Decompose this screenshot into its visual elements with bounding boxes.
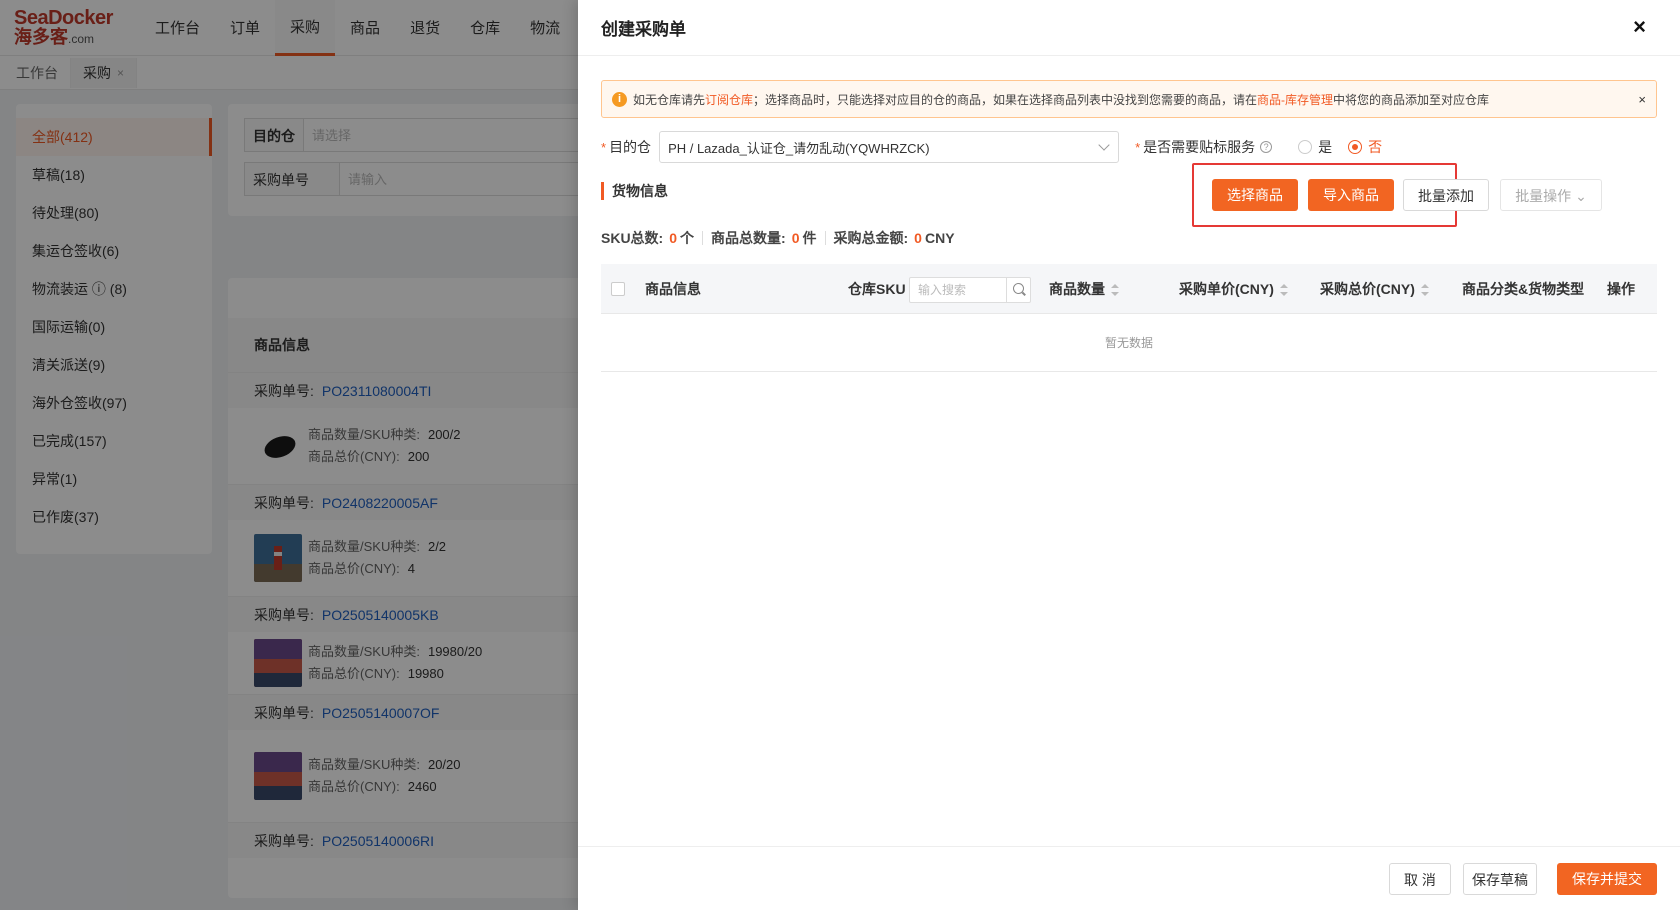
- batch-ops-label: 批量操作: [1515, 188, 1572, 204]
- required-mark: *: [601, 139, 607, 155]
- save-draft-button[interactable]: 保存草稿: [1463, 863, 1537, 895]
- sort-icon[interactable]: [1420, 284, 1429, 297]
- sku-total-label: SKU总数:: [601, 230, 664, 246]
- radio-yes[interactable]: [1298, 140, 1313, 154]
- col-actions: 操作: [1607, 281, 1635, 297]
- notice-banner: i 如无仓库请先 订阅仓库 ；选择商品时，只能选择对应目的仓的商品，如果在选择商…: [601, 80, 1657, 118]
- select-products-button[interactable]: 选择商品: [1212, 179, 1298, 211]
- chevron-down-icon: [1098, 139, 1110, 151]
- sku-total-unit: 个: [680, 230, 695, 246]
- label-service-field: * 是否需要贴标服务 ? 是 否: [1135, 137, 1382, 157]
- drawer-footer: 取 消 保存草稿 保存并提交: [578, 846, 1680, 910]
- col-quantity-label: 商品数量: [1049, 281, 1105, 297]
- col-total-price[interactable]: 采购总价(CNY): [1320, 264, 1429, 314]
- col-total-price-label: 采购总价(CNY): [1320, 281, 1415, 297]
- close-icon[interactable]: ×: [1633, 16, 1646, 38]
- inventory-management-link[interactable]: 商品-库存管理: [1257, 91, 1333, 108]
- amount-total-label: 采购总金额:: [833, 230, 909, 246]
- search-icon[interactable]: [1006, 278, 1030, 302]
- qty-total-label: 商品总数量:: [711, 230, 786, 246]
- dest-label: 目的仓: [609, 139, 652, 155]
- save-submit-button[interactable]: 保存并提交: [1557, 863, 1657, 895]
- radio-no[interactable]: [1348, 140, 1363, 154]
- info-icon: i: [612, 91, 627, 107]
- col-product-info: 商品信息: [645, 281, 701, 297]
- cancel-button[interactable]: 取 消: [1389, 863, 1451, 895]
- chevron-down-icon: ⌄: [1575, 188, 1587, 204]
- col-quantity[interactable]: 商品数量: [1049, 264, 1119, 314]
- subscribe-warehouse-link[interactable]: 订阅仓库: [705, 91, 753, 108]
- notice-text-3: 中将您的商品添加至对应仓库: [1333, 92, 1490, 107]
- batch-ops-dropdown[interactable]: 批量操作 ⌄: [1500, 179, 1602, 211]
- sort-icon[interactable]: [1111, 284, 1119, 297]
- import-products-button[interactable]: 导入商品: [1308, 179, 1394, 211]
- amount-total-value: 0: [914, 230, 922, 246]
- divider: [702, 231, 704, 245]
- dest-warehouse-select[interactable]: PH / Lazada_认证仓_请勿乱动(YQWHRZCK): [659, 131, 1120, 163]
- radio-yes-label[interactable]: 是: [1318, 137, 1332, 157]
- dest-form-row: * 目的仓 PH / Lazada_认证仓_请勿乱动(YQWHRZCK) * 是…: [601, 130, 1661, 164]
- col-unit-price[interactable]: 采购单价(CNY): [1179, 264, 1288, 314]
- empty-state: 暂无数据: [601, 314, 1657, 372]
- goods-table-header: 商品信息 仓库SKU 输入搜索 商品数量 采购单价(CNY) 采购总价(CNY)…: [601, 264, 1657, 314]
- divider: [824, 231, 826, 245]
- col-category: 商品分类&货物类型: [1462, 281, 1585, 297]
- sku-search-input[interactable]: 输入搜索: [909, 277, 1031, 303]
- sort-icon[interactable]: [1279, 284, 1288, 297]
- notice-text-1: 如无仓库请先: [633, 92, 706, 107]
- drawer-title: 创建采购单: [601, 20, 686, 39]
- qty-total-unit: 件: [802, 230, 817, 246]
- batch-add-button[interactable]: 批量添加: [1403, 179, 1489, 211]
- qty-total-value: 0: [791, 230, 800, 246]
- required-mark: *: [1135, 139, 1141, 155]
- app: SeaDocker 海多客.com 工作台 订单 采购 商品 退货 仓库 物流 …: [0, 0, 1680, 910]
- col-warehouse-sku: 仓库SKU: [848, 281, 906, 297]
- select-all-checkbox[interactable]: [611, 282, 625, 296]
- help-icon[interactable]: ?: [1260, 141, 1273, 153]
- sku-search-placeholder: 输入搜索: [918, 283, 967, 297]
- close-icon[interactable]: ×: [1638, 92, 1646, 107]
- notice-text-2: ；选择商品时，只能选择对应目的仓的商品，如果在选择商品列表中没找到您需要的商品，…: [753, 92, 1258, 107]
- label-service-label: 是否需要贴标服务: [1143, 139, 1256, 155]
- create-po-drawer: 创建采购单 × i 如无仓库请先 订阅仓库 ；选择商品时，只能选择对应目的仓的商…: [578, 0, 1680, 910]
- radio-no-label[interactable]: 否: [1368, 137, 1382, 157]
- col-unit-price-label: 采购单价(CNY): [1179, 281, 1274, 297]
- sku-total-value: 0: [669, 230, 678, 246]
- amount-total-unit: CNY: [924, 230, 955, 246]
- summary-bar: SKU总数: 0 个 商品总数量: 0 件 采购总金额: 0 CNY: [601, 228, 955, 248]
- drawer-header: 创建采购单 ×: [578, 0, 1680, 56]
- section-title-cargo: 货物信息: [601, 182, 668, 200]
- dest-warehouse-value: PH / Lazada_认证仓_请勿乱动(YQWHRZCK): [668, 140, 930, 156]
